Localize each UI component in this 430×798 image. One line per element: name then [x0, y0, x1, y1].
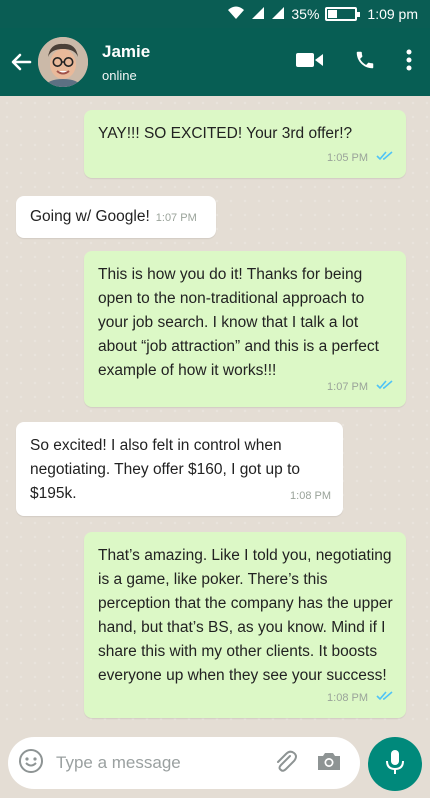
chat-header: Jamie online	[0, 28, 430, 96]
chat-area[interactable]: YAY!!! SO EXCITED! Your 3rd offer!? 1:05…	[0, 96, 430, 728]
read-receipt-icon	[376, 146, 394, 170]
video-call-icon[interactable]	[296, 51, 324, 74]
phone-icon[interactable]	[354, 49, 376, 76]
message-time: 1:08 PM	[290, 490, 331, 502]
read-receipt-icon	[376, 686, 394, 710]
contact-name: Jamie	[102, 41, 151, 61]
wifi-icon	[227, 6, 245, 23]
message-text: That’s amazing. Like I told you, negotia…	[98, 547, 393, 684]
mic-icon	[385, 748, 405, 781]
message-time: 1:08 PM	[327, 692, 368, 704]
signal-icon	[251, 6, 265, 23]
message-incoming[interactable]: So excited! I also felt in control when …	[16, 422, 343, 516]
message-time: 1:07 PM	[327, 381, 368, 393]
message-text: Going w/ Google!	[30, 208, 150, 225]
battery-icon	[325, 7, 361, 21]
message-outgoing[interactable]: That’s amazing. Like I told you, negotia…	[84, 532, 406, 718]
message-incoming[interactable]: Going w/ Google! 1:07 PM	[16, 196, 216, 238]
status-bar: 35% 1:09 pm	[0, 0, 430, 28]
more-icon[interactable]	[406, 49, 412, 76]
contact-info[interactable]: Jamie online	[102, 42, 150, 83]
composer	[0, 728, 430, 798]
message-input-box[interactable]	[8, 737, 360, 789]
message-outgoing[interactable]: YAY!!! SO EXCITED! Your 3rd offer!? 1:05…	[84, 110, 406, 178]
emoji-icon[interactable]	[18, 748, 44, 779]
message-text: So excited! I also felt in control when …	[30, 437, 301, 502]
battery-percent: 35%	[291, 6, 320, 22]
avatar[interactable]	[38, 37, 88, 87]
back-arrow-icon[interactable]	[4, 28, 38, 96]
message-time: 1:07 PM	[155, 212, 197, 224]
read-receipt-icon	[376, 375, 394, 399]
message-time: 1:05 PM	[327, 152, 368, 164]
mic-button[interactable]	[368, 737, 422, 791]
attach-icon[interactable]	[272, 748, 298, 779]
signal-icon-2	[271, 6, 285, 23]
message-outgoing[interactable]: This is how you do it! Thanks for being …	[84, 251, 406, 407]
message-text: This is how you do it! Thanks for being …	[98, 266, 379, 379]
clock: 1:09 pm	[367, 6, 418, 22]
message-input[interactable]	[54, 752, 238, 774]
contact-status: online	[102, 67, 137, 83]
camera-icon[interactable]	[316, 750, 342, 777]
message-text: YAY!!! SO EXCITED! Your 3rd offer!?	[98, 125, 353, 142]
